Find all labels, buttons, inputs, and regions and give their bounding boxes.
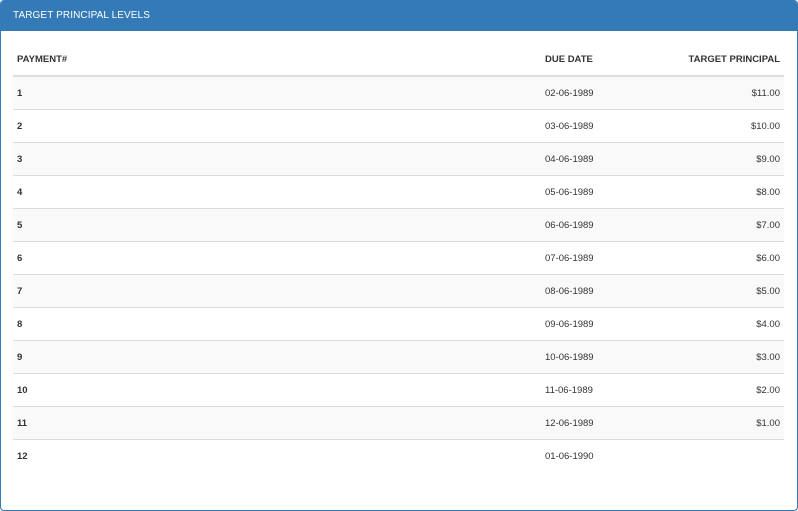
column-header-target-principal: TARGET PRINCIPAL — [645, 44, 784, 77]
due-date: 09-06-1989 — [541, 307, 645, 341]
table-row: 2 03-06-1989 $10.00 — [13, 109, 784, 143]
due-date: 06-06-1989 — [541, 208, 645, 242]
target-principal — [645, 439, 784, 472]
payment-number: 1 — [13, 76, 541, 110]
target-principal: $10.00 — [645, 109, 784, 143]
table-row: 5 06-06-1989 $7.00 — [13, 208, 784, 242]
table-header-row: PAYMENT# DUE DATE TARGET PRINCIPAL — [13, 44, 784, 77]
target-principal: $6.00 — [645, 241, 784, 275]
panel-body: PAYMENT# DUE DATE TARGET PRINCIPAL 1 02-… — [1, 31, 797, 472]
payment-number: 6 — [13, 241, 541, 275]
target-principal: $4.00 — [645, 307, 784, 341]
due-date: 05-06-1989 — [541, 175, 645, 209]
payment-number: 2 — [13, 109, 541, 143]
payment-number: 8 — [13, 307, 541, 341]
due-date: 08-06-1989 — [541, 274, 645, 308]
target-principal: $5.00 — [645, 274, 784, 308]
payment-number: 3 — [13, 142, 541, 176]
table-body: 1 02-06-1989 $11.00 2 03-06-1989 $10.00 … — [13, 76, 784, 472]
payment-number: 9 — [13, 340, 541, 374]
target-principal-table: PAYMENT# DUE DATE TARGET PRINCIPAL 1 02-… — [13, 44, 784, 472]
table-row: 7 08-06-1989 $5.00 — [13, 274, 784, 308]
table-row: 10 11-06-1989 $2.00 — [13, 373, 784, 407]
panel-title: TARGET PRINCIPAL LEVELS — [1, 1, 797, 31]
table-row: 9 10-06-1989 $3.00 — [13, 340, 784, 374]
table-row: 12 01-06-1990 — [13, 439, 784, 472]
table-header: PAYMENT# DUE DATE TARGET PRINCIPAL — [13, 44, 784, 77]
target-principal: $1.00 — [645, 406, 784, 440]
payment-number: 4 — [13, 175, 541, 209]
due-date: 11-06-1989 — [541, 373, 645, 407]
target-principal: $2.00 — [645, 373, 784, 407]
target-principal: $9.00 — [645, 142, 784, 176]
column-header-due-date: DUE DATE — [541, 44, 645, 77]
due-date: 10-06-1989 — [541, 340, 645, 374]
target-principal: $7.00 — [645, 208, 784, 242]
due-date: 02-06-1989 — [541, 76, 645, 110]
table-row: 3 04-06-1989 $9.00 — [13, 142, 784, 176]
due-date: 04-06-1989 — [541, 142, 645, 176]
due-date: 01-06-1990 — [541, 439, 645, 472]
due-date: 07-06-1989 — [541, 241, 645, 275]
target-principal: $8.00 — [645, 175, 784, 209]
table-row: 6 07-06-1989 $6.00 — [13, 241, 784, 275]
target-principal-panel: TARGET PRINCIPAL LEVELS PAYMENT# DUE DAT… — [0, 0, 798, 511]
payment-number: 12 — [13, 439, 541, 472]
payment-number: 7 — [13, 274, 541, 308]
table-row: 4 05-06-1989 $8.00 — [13, 175, 784, 209]
table-row: 11 12-06-1989 $1.00 — [13, 406, 784, 440]
target-principal: $3.00 — [645, 340, 784, 374]
target-principal: $11.00 — [645, 76, 784, 110]
table-row: 8 09-06-1989 $4.00 — [13, 307, 784, 341]
payment-number: 5 — [13, 208, 541, 242]
due-date: 03-06-1989 — [541, 109, 645, 143]
payment-number: 10 — [13, 373, 541, 407]
table-row: 1 02-06-1989 $11.00 — [13, 76, 784, 110]
due-date: 12-06-1989 — [541, 406, 645, 440]
column-header-payment: PAYMENT# — [13, 44, 541, 77]
payment-number: 11 — [13, 406, 541, 440]
